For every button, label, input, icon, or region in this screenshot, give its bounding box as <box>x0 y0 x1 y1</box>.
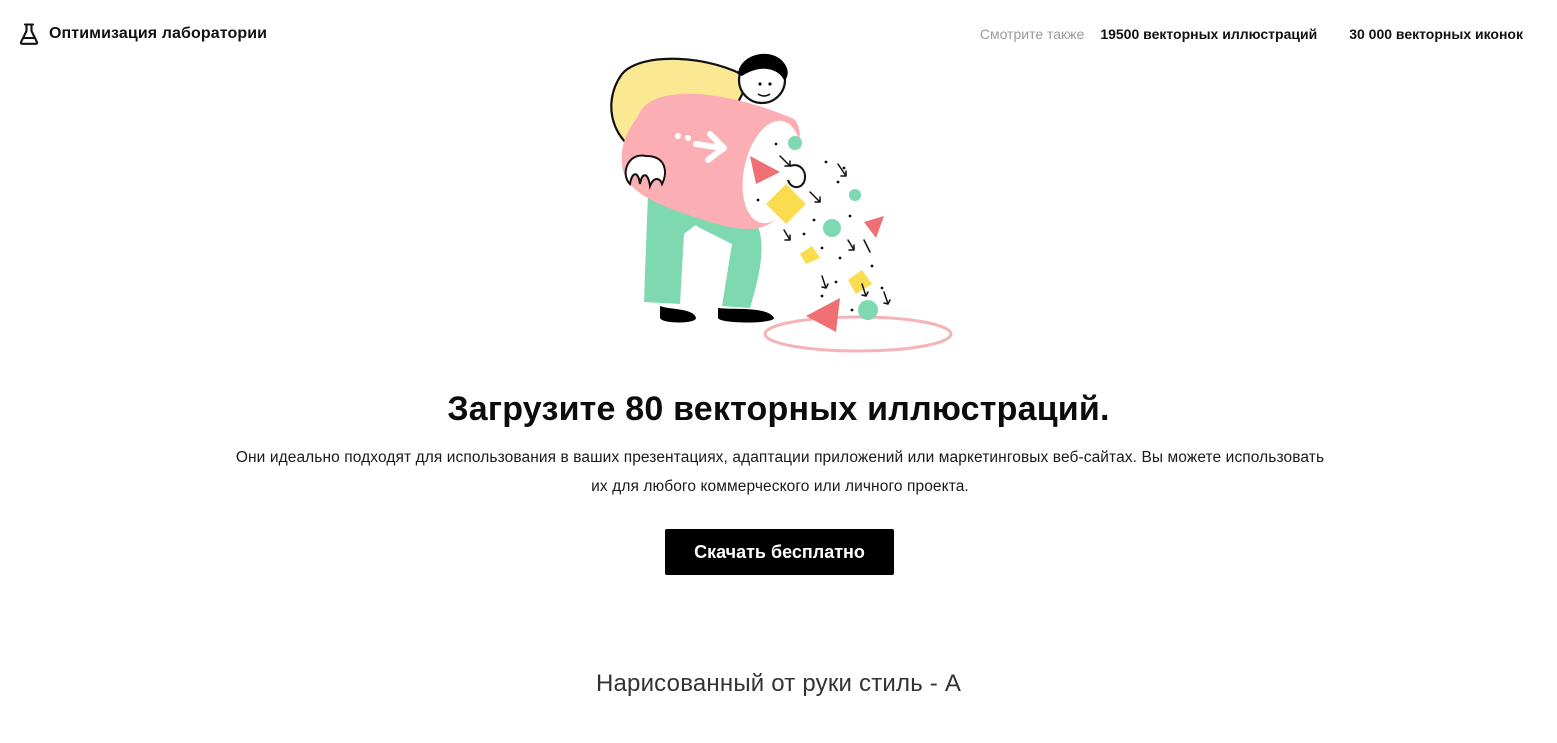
hero-title: Загрузите 80 векторных иллюстраций. <box>447 390 1110 428</box>
vector-illustrations-link[interactable]: 19500 векторных иллюстраций <box>1100 26 1317 42</box>
download-free-button[interactable]: Скачать бесплатно <box>665 529 894 575</box>
section-heading: Нарисованный от руки стиль - А <box>595 670 962 697</box>
see-also-label: Смотрите также <box>979 26 1085 42</box>
flask-icon <box>19 23 39 45</box>
person-pouring-shapes-illustration <box>600 44 960 360</box>
hero-description: Они идеально подходят для использования … <box>235 449 1325 495</box>
brand-label: Оптимизация лаборатории <box>49 25 268 42</box>
brand-link[interactable]: Оптимизация лаборатории <box>19 23 267 45</box>
top-navigation: Смотрите также 19500 векторных иллюстрац… <box>980 26 1523 42</box>
vector-icons-link[interactable]: 30 000 векторных иконок <box>1349 26 1523 42</box>
page: Оптимизация лаборатории Смотрите также 1… <box>0 0 1557 743</box>
